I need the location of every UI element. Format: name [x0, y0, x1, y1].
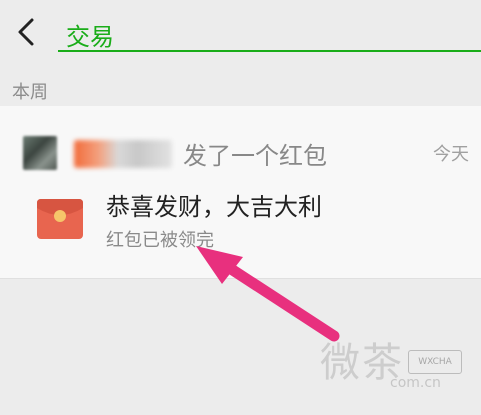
sender-name-blurred [74, 140, 172, 168]
search-input[interactable]: 交易 [66, 17, 114, 52]
back-arrow-icon[interactable] [12, 14, 42, 50]
watermark-badge: WXCHA [408, 350, 462, 374]
divider [0, 278, 481, 287]
red-packet-status: 红包已被领完 [106, 230, 214, 251]
search-underline [58, 50, 481, 52]
top-bar: 交易 [0, 0, 481, 66]
blessing-text: 恭喜发财，大吉大利 [106, 193, 322, 221]
section-heading-this-week: 本周 [12, 82, 48, 103]
sender-avatar[interactable] [23, 136, 57, 170]
watermark-domain: com.cn [390, 375, 441, 391]
timestamp: 今天 [433, 144, 469, 165]
sent-red-packet-text: 发了一个红包 [183, 142, 327, 170]
red-envelope-icon[interactable] [37, 196, 83, 242]
